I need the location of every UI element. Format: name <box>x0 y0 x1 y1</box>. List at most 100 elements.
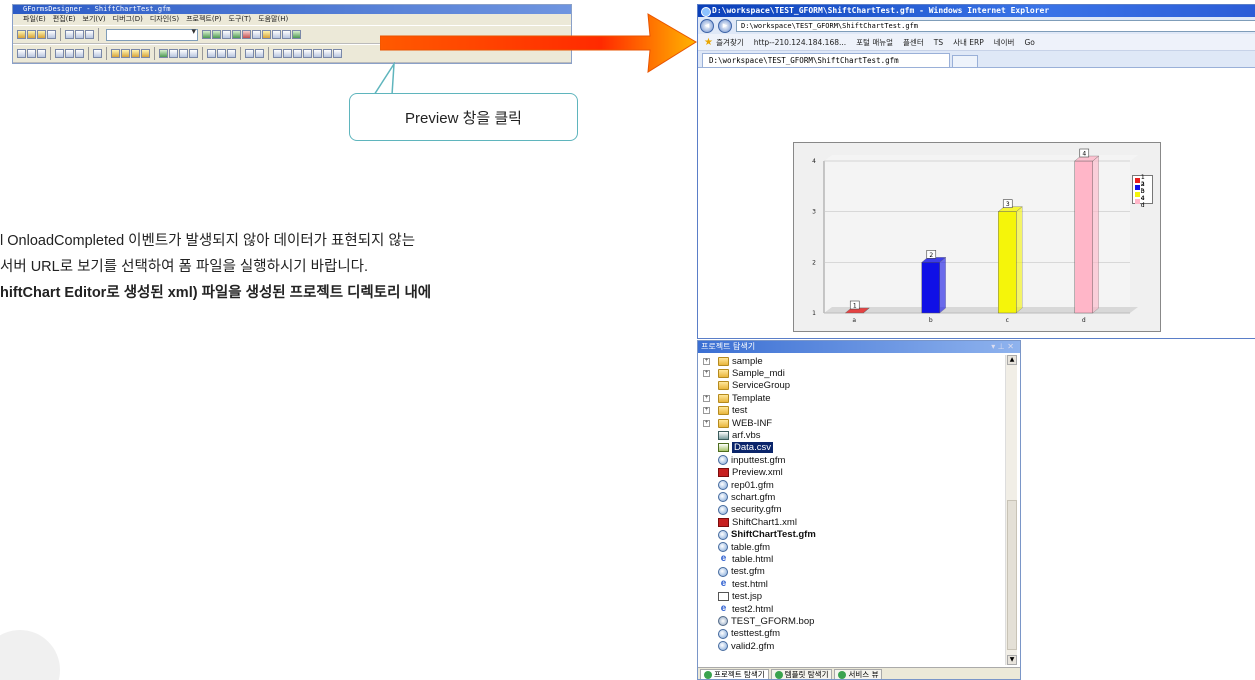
tree-item[interactable]: ShiftChartTest.gfm <box>698 528 1004 540</box>
toolbar-button-icon[interactable] <box>27 30 36 39</box>
toolbar-button-icon[interactable] <box>65 49 74 58</box>
toolbar-button-icon[interactable] <box>333 49 342 58</box>
tree-item[interactable]: ServiceGroup <box>698 380 1004 392</box>
tree-item[interactable]: + sample <box>698 355 1004 367</box>
toolbar-button-icon[interactable] <box>313 49 322 58</box>
explorer-tab[interactable]: 템플릿 탐색기 <box>770 668 833 679</box>
toolbar-button-icon[interactable] <box>141 49 150 58</box>
toolbar-button-icon[interactable] <box>283 49 292 58</box>
favorite-link[interactable]: TS <box>934 38 943 47</box>
expand-icon[interactable]: + <box>703 394 710 402</box>
toolbar-combo[interactable] <box>106 27 198 41</box>
favorite-link[interactable]: 플센터 <box>903 37 924 48</box>
tree-item[interactable]: e test.html <box>698 578 1004 590</box>
tree-item[interactable]: + Template <box>698 392 1004 404</box>
toolbar-button-icon[interactable] <box>212 30 221 39</box>
toolbar-button-icon[interactable] <box>262 30 271 39</box>
tree-item[interactable]: Preview.xml <box>698 467 1004 479</box>
scroll-down-icon[interactable]: ▼ <box>1007 655 1017 665</box>
favorite-link[interactable]: Go <box>1024 38 1034 47</box>
tree-item[interactable]: TEST_GFORM.bop <box>698 615 1004 627</box>
toolbar-button-icon[interactable] <box>131 49 140 58</box>
toolbar-button-icon[interactable] <box>273 49 282 58</box>
tree-item[interactable]: valid2.gfm <box>698 640 1004 652</box>
toolbar-button-icon[interactable] <box>293 49 302 58</box>
toolbar-button-icon[interactable] <box>85 30 94 39</box>
menu-item[interactable]: 파일(E) <box>23 15 46 23</box>
scroll-up-icon[interactable]: ▲ <box>1007 355 1017 365</box>
toolbar-button-icon[interactable] <box>189 49 198 58</box>
explorer-tab[interactable]: 서비스 뷰 <box>834 668 883 679</box>
tree-item[interactable]: security.gfm <box>698 504 1004 516</box>
toolbar-button-icon[interactable] <box>232 30 241 39</box>
toolbar-button-icon[interactable] <box>17 49 26 58</box>
toolbar-button-icon[interactable] <box>272 30 281 39</box>
toolbar-button-icon[interactable] <box>217 49 226 58</box>
expand-icon[interactable]: + <box>703 419 710 427</box>
explorer-tab[interactable]: 프로젝트 탐색기 <box>700 668 769 679</box>
toolbar-button-icon[interactable] <box>255 49 264 58</box>
toolbar-button-icon[interactable] <box>93 49 102 58</box>
tree-item[interactable]: table.gfm <box>698 541 1004 553</box>
toolbar-button-icon[interactable] <box>207 49 216 58</box>
menu-item[interactable]: 도움말(H) <box>258 15 288 23</box>
toolbar-button-icon[interactable] <box>323 49 332 58</box>
browser-tab[interactable]: D:\workspace\TEST_GFORM\ShiftChartTest.g… <box>702 53 950 67</box>
toolbar-button-icon[interactable] <box>37 30 46 39</box>
menu-item[interactable]: 디자인(S) <box>150 15 179 23</box>
new-tab-button[interactable] <box>952 55 978 67</box>
expand-icon[interactable]: + <box>703 357 710 365</box>
menu-item[interactable]: 편집(E) <box>53 15 76 23</box>
tree-item[interactable]: + test <box>698 405 1004 417</box>
toolbar-button-icon[interactable] <box>159 49 168 58</box>
menu-item[interactable]: 프로젝트(P) <box>186 15 221 23</box>
menu-item[interactable]: 디버그(D) <box>113 15 143 23</box>
toolbar-button-icon[interactable] <box>179 49 188 58</box>
back-button[interactable]: ◂ <box>700 18 714 33</box>
tree-item[interactable]: rep01.gfm <box>698 479 1004 491</box>
tree-item[interactable]: schart.gfm <box>698 491 1004 503</box>
toolbar-button-icon[interactable] <box>111 49 120 58</box>
menu-item[interactable]: 보기(V) <box>83 15 106 23</box>
toolbar-button-icon[interactable] <box>65 30 74 39</box>
toolbar-button-icon[interactable] <box>252 30 261 39</box>
toolbar-button-icon[interactable] <box>37 49 46 58</box>
toolbar-button-icon[interactable] <box>27 49 36 58</box>
expand-icon[interactable]: + <box>703 370 710 378</box>
toolbar-button-icon[interactable] <box>292 30 301 39</box>
tree-item[interactable]: e table.html <box>698 553 1004 565</box>
favorite-link[interactable]: http--210.124.184.168... <box>754 38 846 47</box>
favorite-link[interactable]: 네이버 <box>994 37 1015 48</box>
tree-item[interactable]: + WEB-INF <box>698 417 1004 429</box>
tree-item[interactable]: e test2.html <box>698 603 1004 615</box>
favorite-link[interactable]: 포털 매뉴얼 <box>856 37 893 48</box>
tree-item[interactable]: test.jsp <box>698 590 1004 602</box>
expand-icon[interactable]: + <box>703 407 710 415</box>
panel-controls-icon[interactable]: ▾ ⊥ ✕ <box>991 341 1014 353</box>
tree-item[interactable]: ShiftChart1.xml <box>698 516 1004 528</box>
toolbar-button-icon[interactable] <box>121 49 130 58</box>
toolbar-button-icon[interactable] <box>75 30 84 39</box>
toolbar-button-icon[interactable] <box>242 30 251 39</box>
tree-item[interactable]: Data.csv <box>698 442 1004 454</box>
menu-item[interactable]: 도구(T) <box>229 15 252 23</box>
tree-item[interactable]: test.gfm <box>698 566 1004 578</box>
toolbar-button-icon[interactable] <box>47 30 56 39</box>
toolbar-button-icon[interactable] <box>222 30 231 39</box>
tree-item[interactable]: testtest.gfm <box>698 628 1004 640</box>
toolbar-button-icon[interactable] <box>17 30 26 39</box>
toolbar-button-icon[interactable] <box>303 49 312 58</box>
address-input[interactable]: D:\workspace\TEST_GFORM\ShiftChartTest.g… <box>736 19 1255 32</box>
toolbar-button-icon[interactable] <box>75 49 84 58</box>
favorite-link[interactable]: 사내 ERP <box>953 37 984 48</box>
tree-item[interactable]: inputtest.gfm <box>698 454 1004 466</box>
favorite-link[interactable]: ★ 즐겨찾기 <box>704 37 744 48</box>
toolbar-button-icon[interactable] <box>227 49 236 58</box>
toolbar-button-icon[interactable] <box>169 49 178 58</box>
tree-item[interactable]: arf.vbs <box>698 429 1004 441</box>
toolbar-button-icon[interactable] <box>245 49 254 58</box>
tree-item[interactable]: + Sample_mdi <box>698 367 1004 379</box>
forward-button[interactable]: ▸ <box>718 18 732 33</box>
toolbar-button-icon[interactable] <box>55 49 64 58</box>
scroll-thumb[interactable] <box>1007 500 1017 650</box>
